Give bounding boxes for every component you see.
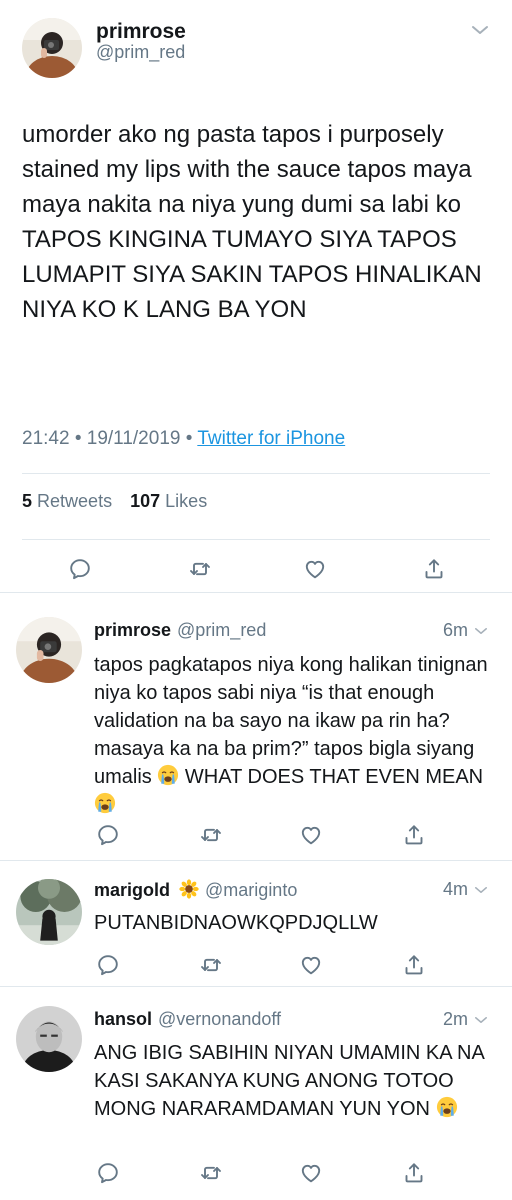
reply-icon[interactable] [94,951,122,979]
retweet-icon[interactable] [197,951,225,979]
tweet-actions [0,821,512,849]
reply-text: PUTANBIDNAOWKQPDJQLLW [94,912,378,934]
avatar[interactable] [16,879,82,945]
reply-header: primrose @prim_red [94,620,266,641]
heart-icon[interactable] [297,951,325,979]
reply-text-part: ANG IBIG SABIHIN NIYAN UMAMIN KA NA KASI… [94,1042,484,1120]
retweet-icon[interactable] [197,821,225,849]
likes-label[interactable]: Likes [165,491,207,511]
reply-text: ANG IBIG SABIHIN NIYAN UMAMIN KA NA KASI… [94,1039,498,1123]
share-icon[interactable] [400,951,428,979]
tweet-actions [0,951,512,979]
avatar[interactable] [16,1006,82,1072]
avatar[interactable] [22,18,82,78]
share-icon[interactable] [420,555,448,583]
author-handle[interactable]: @vernonandoff [158,1009,281,1029]
retweets-label[interactable]: Retweets [37,491,112,511]
author-handle[interactable]: @mariginto [205,880,297,900]
tweet-time: 21:42 [22,428,70,449]
share-icon[interactable] [400,1159,428,1187]
tweet-source-link[interactable]: Twitter for iPhone [197,428,345,449]
author-handle[interactable]: @prim_red [177,620,266,640]
retweets-count[interactable]: 5 [22,491,32,511]
reply-icon[interactable] [94,1159,122,1187]
tweet-text: umorder ako ng pasta tapos i purposely s… [22,121,482,323]
reply-text: tapos pagkatapos niya kong halikan tinig… [94,651,498,819]
heart-icon[interactable] [301,555,329,583]
avatar[interactable] [16,617,82,683]
tweet-date: 19/11/2019 [86,428,181,449]
tweet-stats: 5 Retweets 107 Likes [22,491,207,512]
reply-header: marigold @mariginto [94,879,297,901]
likes-count[interactable]: 107 [130,491,160,511]
divider [22,539,490,540]
retweet-icon[interactable] [186,555,214,583]
author-handle[interactable]: @prim_red [96,42,185,63]
reply-icon[interactable] [94,821,122,849]
meta-separator: • [185,428,198,449]
chevron-down-icon[interactable] [472,1011,490,1029]
reply-time: 2m [442,1009,468,1029]
tweet-actions [0,1159,512,1187]
loudly-crying-face-emoji [94,792,116,814]
reply-tweet[interactable]: hansol @vernonandoff 2m ANG IBIG SABIHIN … [0,987,512,1200]
author-name[interactable]: primrose [96,20,186,44]
author-name[interactable]: primrose [94,620,171,640]
tweet-meta: 21:42 • 19/11/2019 • Twitter for iPhone [22,428,345,450]
reply-text-part: WHAT DOES THAT EVEN MEAN [179,766,484,788]
heart-icon[interactable] [297,1159,325,1187]
divider [22,473,490,474]
share-icon[interactable] [400,821,428,849]
reply-tweet[interactable]: primrose @prim_red 6m tapos pagkatapos ni… [0,593,512,860]
author-name[interactable]: hansol [94,1009,152,1029]
loudly-crying-face-emoji [436,1096,458,1118]
main-tweet: primrose @prim_red umorder ako ng pasta … [0,0,512,592]
retweet-icon[interactable] [197,1159,225,1187]
heart-icon[interactable] [297,821,325,849]
tweet-actions [0,555,512,583]
reply-icon[interactable] [66,555,94,583]
reply-time: 6m [442,620,468,640]
loudly-crying-face-emoji [157,764,179,786]
author-name[interactable]: marigold [94,880,170,900]
reply-time: 4m [442,879,468,899]
chevron-down-icon[interactable] [468,18,492,42]
chevron-down-icon[interactable] [472,622,490,640]
sunflower-emoji [179,879,199,899]
reply-tweet[interactable]: marigold @mariginto 4m PUTANBIDNAOWKQPDJ… [0,861,512,986]
meta-separator: • [74,428,87,449]
reply-header: hansol @vernonandoff [94,1009,281,1030]
chevron-down-icon[interactable] [472,881,490,899]
